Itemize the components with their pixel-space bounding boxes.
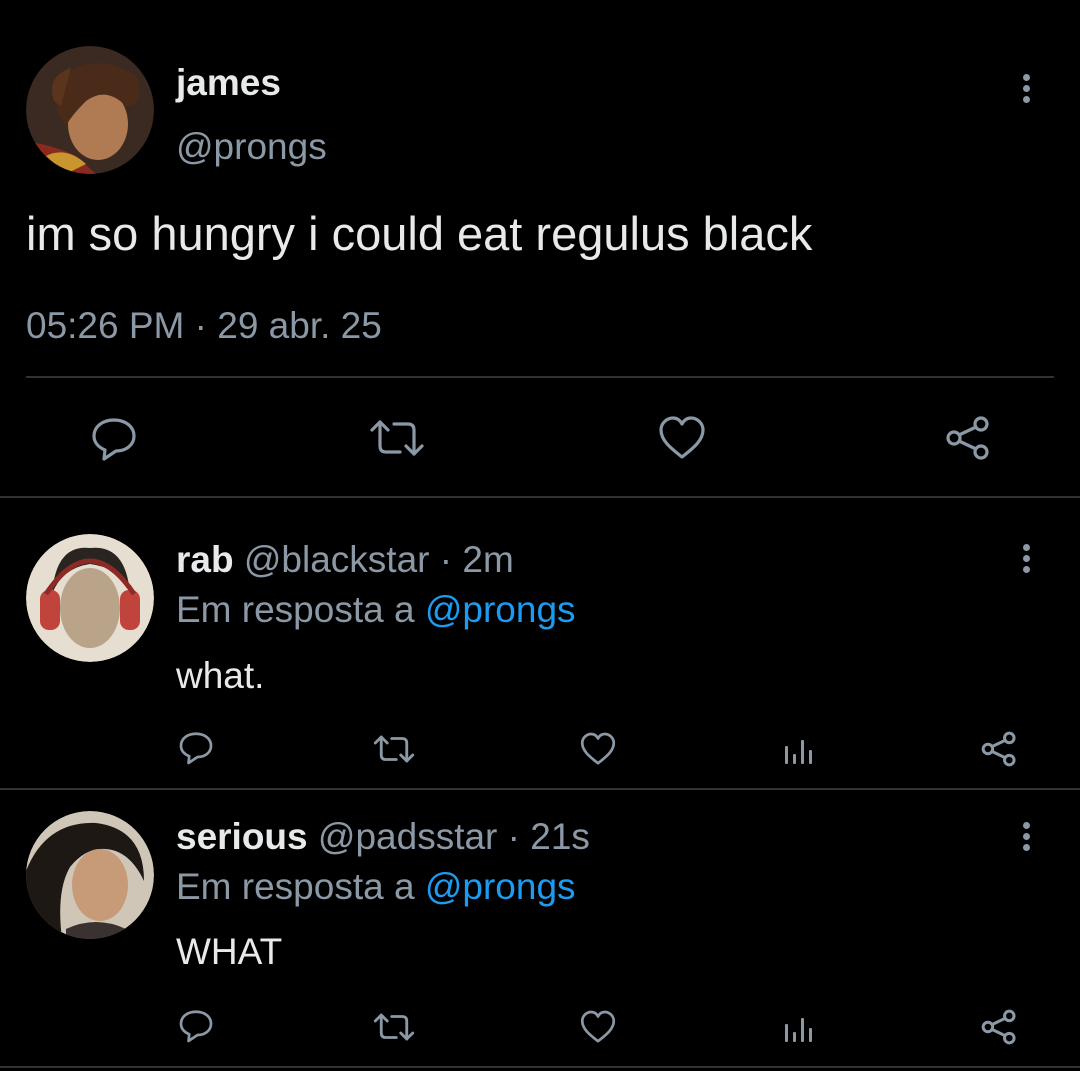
display-name[interactable]: serious [176,816,308,857]
timestamp: · 21s [507,816,590,857]
avatar[interactable] [26,811,154,939]
timestamp: · 2m [439,539,514,580]
mention-link[interactable]: @prongs [425,589,576,630]
heart-icon[interactable] [580,732,616,766]
retweet-icon[interactable] [372,1012,416,1042]
display-name[interactable]: rab [176,539,234,580]
tweet-text: im so hungry i could eat regulus black [26,207,813,260]
avatar[interactable] [26,534,154,662]
avatar[interactable] [26,46,154,174]
timestamp: 05:26 PM · 29 abr. 25 [26,305,382,346]
reply-prefix: Em resposta a [176,589,415,630]
more-vertical-icon[interactable] [1016,822,1036,862]
tweet-text: WHAT [176,931,283,972]
handle[interactable]: @prongs [176,126,327,168]
divider [0,496,1080,498]
tweet-text: what. [176,655,265,696]
share-icon[interactable] [980,1008,1018,1046]
reply-icon[interactable] [178,1008,214,1044]
share-icon[interactable] [980,730,1018,768]
display-name[interactable]: james [176,62,281,104]
reply-icon[interactable] [90,416,138,462]
mention-link[interactable]: @prongs [425,866,576,907]
more-vertical-icon[interactable] [1016,544,1036,584]
handle[interactable]: @blackstar [244,539,430,580]
reply-icon[interactable] [178,730,214,766]
retweet-icon[interactable] [372,734,416,764]
reply-prefix: Em resposta a [176,866,415,907]
more-vertical-icon[interactable] [1016,74,1036,114]
divider [0,788,1080,790]
reply-context: Em resposta a @prongs [176,589,576,631]
share-icon[interactable] [944,414,992,462]
heart-icon[interactable] [580,1010,616,1044]
retweet-icon[interactable] [368,418,426,458]
heart-icon[interactable] [658,416,706,460]
reply-header: rab @blackstar · 2m [176,539,514,581]
divider [0,1066,1080,1068]
reply-context: Em resposta a @prongs [176,866,576,908]
divider [26,376,1054,378]
reply-header: serious @padsstar · 21s [176,816,590,858]
views-icon[interactable] [782,1012,814,1044]
handle[interactable]: @padsstar [318,816,497,857]
views-icon[interactable] [782,734,814,766]
